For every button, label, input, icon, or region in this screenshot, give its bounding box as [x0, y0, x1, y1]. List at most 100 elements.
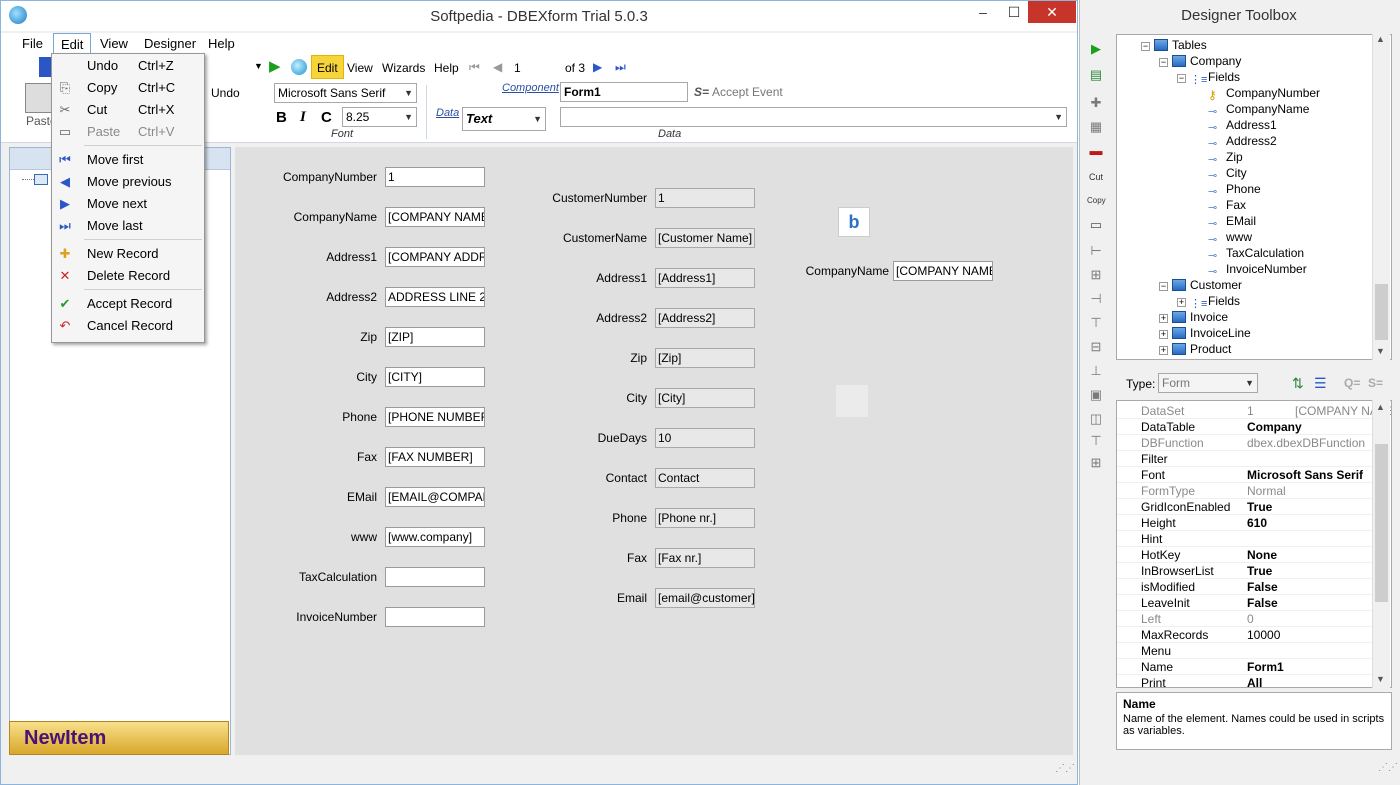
property-value[interactable]: True — [1247, 563, 1377, 579]
field-input[interactable]: [Address1] — [655, 268, 755, 288]
expand-icon[interactable]: + — [1177, 298, 1186, 307]
help-button[interactable]: Help — [434, 61, 459, 75]
property-value[interactable]: None — [1247, 547, 1377, 563]
paste-icon[interactable]: ▭ — [1087, 216, 1105, 234]
property-row[interactable]: Filter — [1117, 451, 1373, 467]
font-name-select[interactable]: Microsoft Sans Serif ▼ — [274, 83, 417, 103]
same-size-icon[interactable]: ▣ — [1087, 386, 1105, 404]
table-icon[interactable]: ▦ — [1087, 118, 1105, 136]
maximize-button[interactable]: ☐ — [997, 1, 1031, 23]
align-center-icon[interactable]: ⊞ — [1087, 266, 1105, 284]
align-middle-icon[interactable]: ⊟ — [1087, 338, 1105, 356]
field-input[interactable]: [www.company] — [385, 527, 485, 547]
menu-designer[interactable]: Designer — [137, 33, 203, 55]
property-scrollbar[interactable]: ▲ ▼ — [1372, 400, 1390, 688]
align-top-icon[interactable]: ⊤ — [1087, 314, 1105, 332]
menu-item-delete-record[interactable]: ✕ Delete Record — [52, 265, 204, 287]
field-input[interactable]: [COMPANY NAME] — [893, 261, 993, 281]
menu-item-copy[interactable]: ⎘ Copy Ctrl+C — [52, 77, 204, 99]
align-bottom-icon[interactable]: ⊥ — [1087, 362, 1105, 380]
data-type-select[interactable]: Text ▼ — [462, 107, 546, 131]
placeholder-image[interactable] — [836, 385, 868, 417]
property-value[interactable]: dbex.dbexDBFunction — [1247, 435, 1377, 451]
new-item-button[interactable]: NewItem — [9, 721, 229, 755]
menu-item-undo[interactable]: Undo Ctrl+Z — [52, 55, 204, 77]
field-input[interactable] — [385, 567, 485, 587]
tree-node[interactable]: − Tables — [1141, 37, 1207, 53]
tree-node[interactable]: + InvoiceLine — [1159, 325, 1251, 341]
delete-icon[interactable]: ▬ — [1087, 142, 1105, 160]
data-value-select[interactable]: ▼ — [560, 107, 1067, 127]
field-input[interactable]: [Zip] — [655, 348, 755, 368]
expand-icon[interactable]: + — [1159, 330, 1168, 339]
italic-button[interactable]: I — [300, 109, 306, 126]
database-icon[interactable]: ▤ — [1087, 66, 1105, 84]
dropdown-arrow-icon[interactable]: ▼ — [254, 61, 263, 71]
field-input[interactable]: [email@customer] — [655, 588, 755, 608]
query-icon[interactable]: Q= — [1344, 376, 1360, 390]
field-input[interactable]: [COMPANY ADDRESS] — [385, 247, 485, 267]
field-input[interactable]: [ZIP] — [385, 327, 485, 347]
collapse-icon[interactable]: − — [1141, 42, 1150, 51]
tree-node[interactable]: ⚷ CompanyNumber — [1195, 85, 1320, 102]
property-value[interactable]: Form1 — [1247, 659, 1377, 675]
wizards-button[interactable]: Wizards — [382, 61, 425, 75]
scroll-down-icon[interactable]: ▼ — [1376, 674, 1385, 684]
run-icon[interactable]: ▶ — [269, 57, 281, 75]
type-select[interactable]: Form ▼ — [1158, 373, 1258, 393]
next-record-icon[interactable]: ▶ — [593, 60, 602, 74]
last-record-icon[interactable]: ⏭ — [615, 60, 626, 75]
property-value[interactable]: Company — [1247, 419, 1377, 435]
field-input[interactable]: 1 — [385, 167, 485, 187]
property-row[interactable]: InBrowserList True — [1117, 563, 1373, 579]
component-link[interactable]: Component — [502, 82, 559, 94]
resize-grip-icon[interactable]: ⋰⋰ — [1055, 763, 1075, 774]
field-input[interactable]: [City] — [655, 388, 755, 408]
property-row[interactable]: Menu — [1117, 643, 1373, 659]
sort-icon[interactable]: ⇅ — [1292, 375, 1304, 392]
property-row[interactable]: DBFunction dbex.dbexDBFunction — [1117, 435, 1373, 451]
property-value[interactable]: 10000 — [1247, 627, 1377, 643]
property-row[interactable]: Print All — [1117, 675, 1373, 687]
field-input[interactable]: [Address2] — [655, 308, 755, 328]
menu-item-move-previous[interactable]: ◀ Move previous — [52, 171, 204, 193]
record-number[interactable]: 1 — [514, 61, 521, 75]
field-input[interactable]: [CITY] — [385, 367, 485, 387]
list-icon[interactable]: ☰ — [1314, 375, 1327, 392]
property-value[interactable]: False — [1247, 579, 1377, 595]
menu-item-accept-record[interactable]: ✔ Accept Record — [52, 293, 204, 315]
tree-node[interactable]: − Customer — [1159, 277, 1242, 293]
paste-icon[interactable] — [25, 83, 53, 113]
property-value[interactable]: Normal — [1247, 483, 1377, 499]
property-row[interactable]: Name Form1 — [1117, 659, 1373, 675]
tree-scrollbar[interactable]: ▲ ▼ — [1372, 34, 1390, 360]
tree-node[interactable]: ⊸ Address2 — [1195, 133, 1277, 150]
property-row[interactable]: HotKey None — [1117, 547, 1373, 563]
tree-node[interactable]: ⊸ www — [1195, 229, 1252, 246]
scroll-up-icon[interactable]: ▲ — [1376, 34, 1385, 44]
same-width-icon[interactable]: ◫ — [1087, 410, 1105, 428]
tree-node[interactable]: + Product — [1159, 341, 1231, 357]
undo-label[interactable]: Undo — [211, 86, 240, 100]
property-row[interactable]: Hint — [1117, 531, 1373, 547]
property-row[interactable]: FormType Normal — [1117, 483, 1373, 499]
field-input[interactable]: [COMPANY NAME] — [385, 207, 485, 227]
tree-node[interactable]: − Company — [1159, 53, 1241, 69]
field-input[interactable]: [Phone nr.] — [655, 508, 755, 528]
tree-node[interactable]: ⊸ City — [1195, 165, 1247, 182]
add-icon[interactable]: ✚ — [1087, 94, 1105, 112]
field-input[interactable]: ADDRESS LINE 2] — [385, 287, 485, 307]
form-node-icon[interactable] — [34, 174, 48, 185]
run-icon[interactable]: ▶ — [1087, 40, 1105, 58]
color-button[interactable]: C — [321, 109, 332, 126]
property-row[interactable]: DataTable Company — [1117, 419, 1373, 435]
menu-view[interactable]: View — [93, 33, 135, 55]
field-input[interactable]: [FAX NUMBER] — [385, 447, 485, 467]
field-input[interactable]: 1 — [655, 188, 755, 208]
tree-node[interactable]: ⊸ CompanyName — [1195, 101, 1309, 118]
property-row[interactable]: Font Microsoft Sans Serif — [1117, 467, 1373, 483]
property-value[interactable]: True — [1247, 499, 1377, 515]
tree-node[interactable]: + ⋮≡Fields — [1177, 293, 1240, 310]
field-input[interactable]: [Customer Name] — [655, 228, 755, 248]
first-record-icon[interactable]: ⏮ — [469, 60, 480, 75]
